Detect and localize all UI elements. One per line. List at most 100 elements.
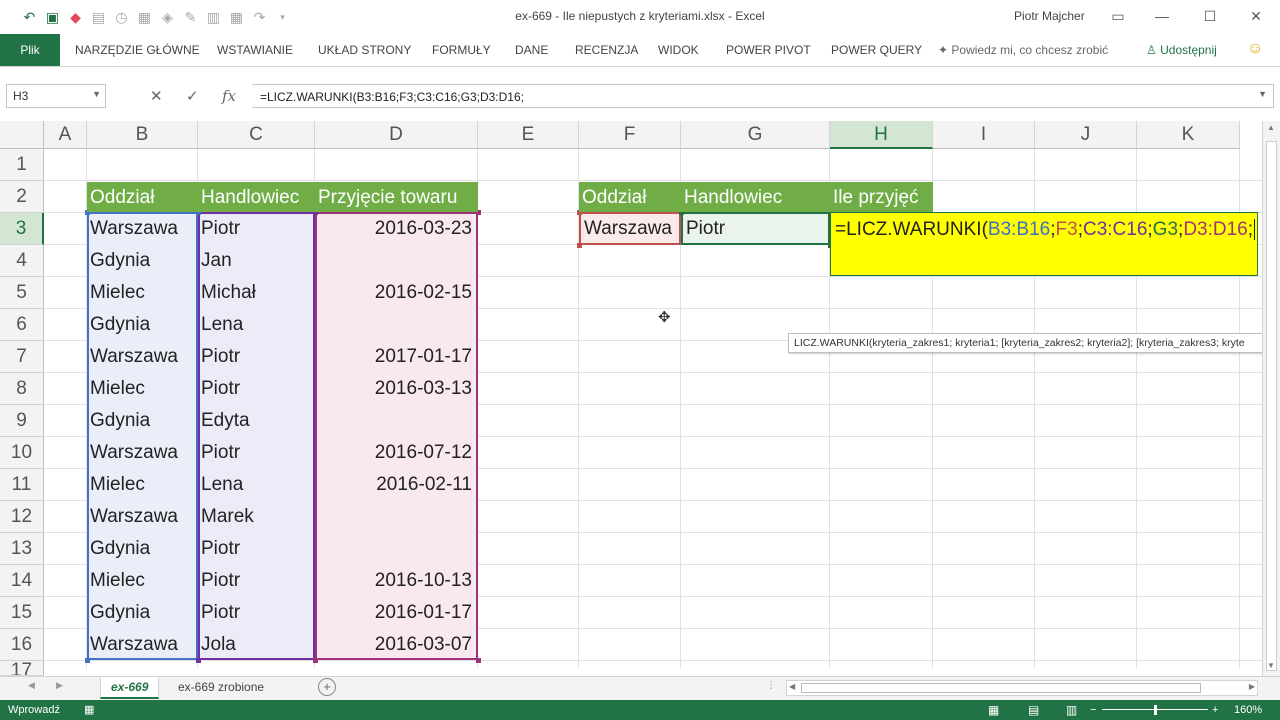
column-header-c[interactable]: C bbox=[198, 121, 315, 149]
page-break-view-icon[interactable]: ▥ bbox=[1066, 700, 1077, 720]
cell-c3[interactable]: Piotr bbox=[198, 213, 315, 245]
macro-record-icon[interactable]: ▦ bbox=[84, 700, 94, 720]
cell-f3[interactable]: Warszawa bbox=[581, 213, 681, 245]
cell-d9[interactable] bbox=[315, 405, 478, 437]
header-cell-c2[interactable]: Handlowiec bbox=[198, 182, 315, 212]
cell-b11[interactable]: Mielec bbox=[87, 469, 198, 501]
cell-c11[interactable]: Lena bbox=[198, 469, 315, 501]
row-header-9[interactable]: 9 bbox=[0, 405, 44, 437]
tab-review[interactable]: RECENZJA bbox=[575, 43, 638, 57]
header-cell-h2[interactable]: Ile przyjęć bbox=[830, 182, 933, 212]
prev-sheet-icon[interactable]: ◀ bbox=[28, 680, 35, 691]
column-header-e[interactable]: E bbox=[478, 121, 579, 149]
scroll-up-icon[interactable]: ▲ bbox=[1267, 123, 1275, 132]
row-header-11[interactable]: 11 bbox=[0, 469, 44, 501]
column-header-a[interactable]: A bbox=[44, 121, 87, 149]
header-cell-f2[interactable]: Oddział bbox=[579, 182, 681, 212]
active-cell-h3-editor[interactable]: =LICZ.WARUNKI(B3:B16;F3;C3:C16;G3;D3:D16… bbox=[830, 212, 1258, 276]
tell-me-box[interactable]: ✦ Powiedz mi, co chcesz zrobić bbox=[938, 43, 1108, 57]
name-box[interactable]: H3 ▼ bbox=[6, 84, 106, 108]
smiley-icon[interactable]: ☺ bbox=[1247, 40, 1263, 58]
cell-b16[interactable]: Warszawa bbox=[87, 629, 198, 661]
tab-view[interactable]: WIDOK bbox=[658, 43, 699, 57]
sheet-tab-ex-669-zrobione[interactable]: ex-669 zrobione bbox=[168, 677, 274, 699]
row-header-8[interactable]: 8 bbox=[0, 373, 44, 405]
format-painter-icon[interactable]: ▤ bbox=[87, 8, 110, 26]
cell-b12[interactable]: Warszawa bbox=[87, 501, 198, 533]
cell-d4[interactable] bbox=[315, 245, 478, 277]
function-argument-tooltip[interactable]: LICZ.WARUNKI(kryteria_zakres1; kryteria1… bbox=[788, 333, 1280, 353]
tab-file[interactable]: Plik bbox=[0, 34, 60, 66]
cell-b6[interactable]: Gdynia bbox=[87, 309, 198, 341]
column-header-b[interactable]: B bbox=[87, 121, 198, 149]
cell-b13[interactable]: Gdynia bbox=[87, 533, 198, 565]
cell-c4[interactable]: Jan bbox=[198, 245, 315, 277]
cell-b7[interactable]: Warszawa bbox=[87, 341, 198, 373]
undo-icon[interactable]: ↶ bbox=[18, 8, 41, 26]
select-all-corner[interactable] bbox=[0, 121, 44, 149]
row-header-2[interactable]: 2 bbox=[0, 181, 44, 213]
expand-formula-icon[interactable]: ▼ bbox=[1258, 89, 1267, 99]
column-header-f[interactable]: F bbox=[579, 121, 681, 149]
eraser-icon[interactable]: ◆ bbox=[64, 8, 87, 26]
tab-page-layout[interactable]: UKŁAD STRONY bbox=[318, 43, 411, 57]
page-layout-view-icon[interactable]: ▤ bbox=[1028, 700, 1039, 720]
header-cell-g2[interactable]: Handlowiec bbox=[681, 182, 830, 212]
cell-d8[interactable]: 2016-03-13 bbox=[315, 373, 478, 405]
minimize-icon[interactable]: — bbox=[1150, 5, 1174, 27]
save-icon[interactable]: ▣ bbox=[41, 8, 64, 26]
zoom-slider-thumb[interactable] bbox=[1154, 705, 1157, 715]
cell-c5[interactable]: Michał bbox=[198, 277, 315, 309]
tab-insert[interactable]: WSTAWIANIE bbox=[217, 43, 293, 57]
close-icon[interactable]: ✕ bbox=[1244, 5, 1268, 27]
edit-icon[interactable]: ✎ bbox=[179, 8, 202, 26]
cell-d16[interactable]: 2016-03-07 bbox=[315, 629, 478, 661]
paint-icon[interactable]: ◈ bbox=[156, 8, 179, 26]
cell-c16[interactable]: Jola bbox=[198, 629, 315, 661]
tab-formulas[interactable]: FORMUŁY bbox=[432, 43, 491, 57]
row-header-13[interactable]: 13 bbox=[0, 533, 44, 565]
cell-b9[interactable]: Gdynia bbox=[87, 405, 198, 437]
row-header-3[interactable]: 3 bbox=[0, 213, 44, 245]
row-header-4[interactable]: 4 bbox=[0, 245, 44, 277]
cell-d12[interactable] bbox=[315, 501, 478, 533]
cell-c9[interactable]: Edyta bbox=[198, 405, 315, 437]
row-header-12[interactable]: 12 bbox=[0, 501, 44, 533]
header-cell-b2[interactable]: Oddział bbox=[87, 182, 198, 212]
row-header-10[interactable]: 10 bbox=[0, 437, 44, 469]
row-header-6[interactable]: 6 bbox=[0, 309, 44, 341]
cell-g3[interactable]: Piotr bbox=[683, 213, 830, 245]
horizontal-scroll-thumb[interactable] bbox=[801, 683, 1201, 693]
tab-split-icon[interactable]: ⋮ bbox=[766, 680, 776, 691]
next-sheet-icon[interactable]: ▶ bbox=[56, 680, 63, 691]
user-name[interactable]: Piotr Majcher bbox=[1014, 9, 1085, 23]
chevron-down-icon[interactable]: ▼ bbox=[92, 89, 101, 99]
row-header-7[interactable]: 7 bbox=[0, 341, 44, 373]
scroll-down-icon[interactable]: ▼ bbox=[1267, 661, 1275, 670]
cell-c15[interactable]: Piotr bbox=[198, 597, 315, 629]
tab-home[interactable]: NARZĘDZIE GŁÓWNE bbox=[75, 43, 200, 57]
clock-icon[interactable]: ◷ bbox=[110, 8, 133, 26]
column-header-i[interactable]: I bbox=[933, 121, 1035, 149]
table-icon[interactable]: ▦ bbox=[225, 8, 248, 26]
normal-view-icon[interactable]: ▦ bbox=[988, 700, 999, 720]
scroll-left-icon[interactable]: ◀ bbox=[789, 682, 795, 691]
horizontal-scrollbar[interactable]: ◀ ▶ bbox=[786, 680, 1258, 696]
row-header-17[interactable]: 17 bbox=[0, 661, 44, 676]
cell-d7[interactable]: 2017-01-17 bbox=[315, 341, 478, 373]
cell-d10[interactable]: 2016-07-12 bbox=[315, 437, 478, 469]
zoom-level[interactable]: 160% bbox=[1234, 700, 1262, 720]
column-header-j[interactable]: J bbox=[1035, 121, 1137, 149]
header-cell-d2[interactable]: Przyjęcie towaru bbox=[315, 182, 478, 212]
enter-icon[interactable]: ✓ bbox=[186, 87, 199, 105]
cell-b15[interactable]: Gdynia bbox=[87, 597, 198, 629]
cell-b10[interactable]: Warszawa bbox=[87, 437, 198, 469]
cell-d5[interactable]: 2016-02-15 bbox=[315, 277, 478, 309]
ribbon-options-icon[interactable]: ▭ bbox=[1106, 5, 1130, 27]
document-icon[interactable]: ▥ bbox=[202, 8, 225, 26]
tab-data[interactable]: DANE bbox=[515, 43, 548, 57]
cell-d11[interactable]: 2016-02-11 bbox=[315, 469, 478, 501]
customize-icon[interactable]: ▾ bbox=[271, 8, 294, 26]
formula-input[interactable]: =LICZ.WARUNKI(B3:B16;F3;C3:C16;G3;D3:D16… bbox=[252, 84, 1274, 108]
cell-b14[interactable]: Mielec bbox=[87, 565, 198, 597]
